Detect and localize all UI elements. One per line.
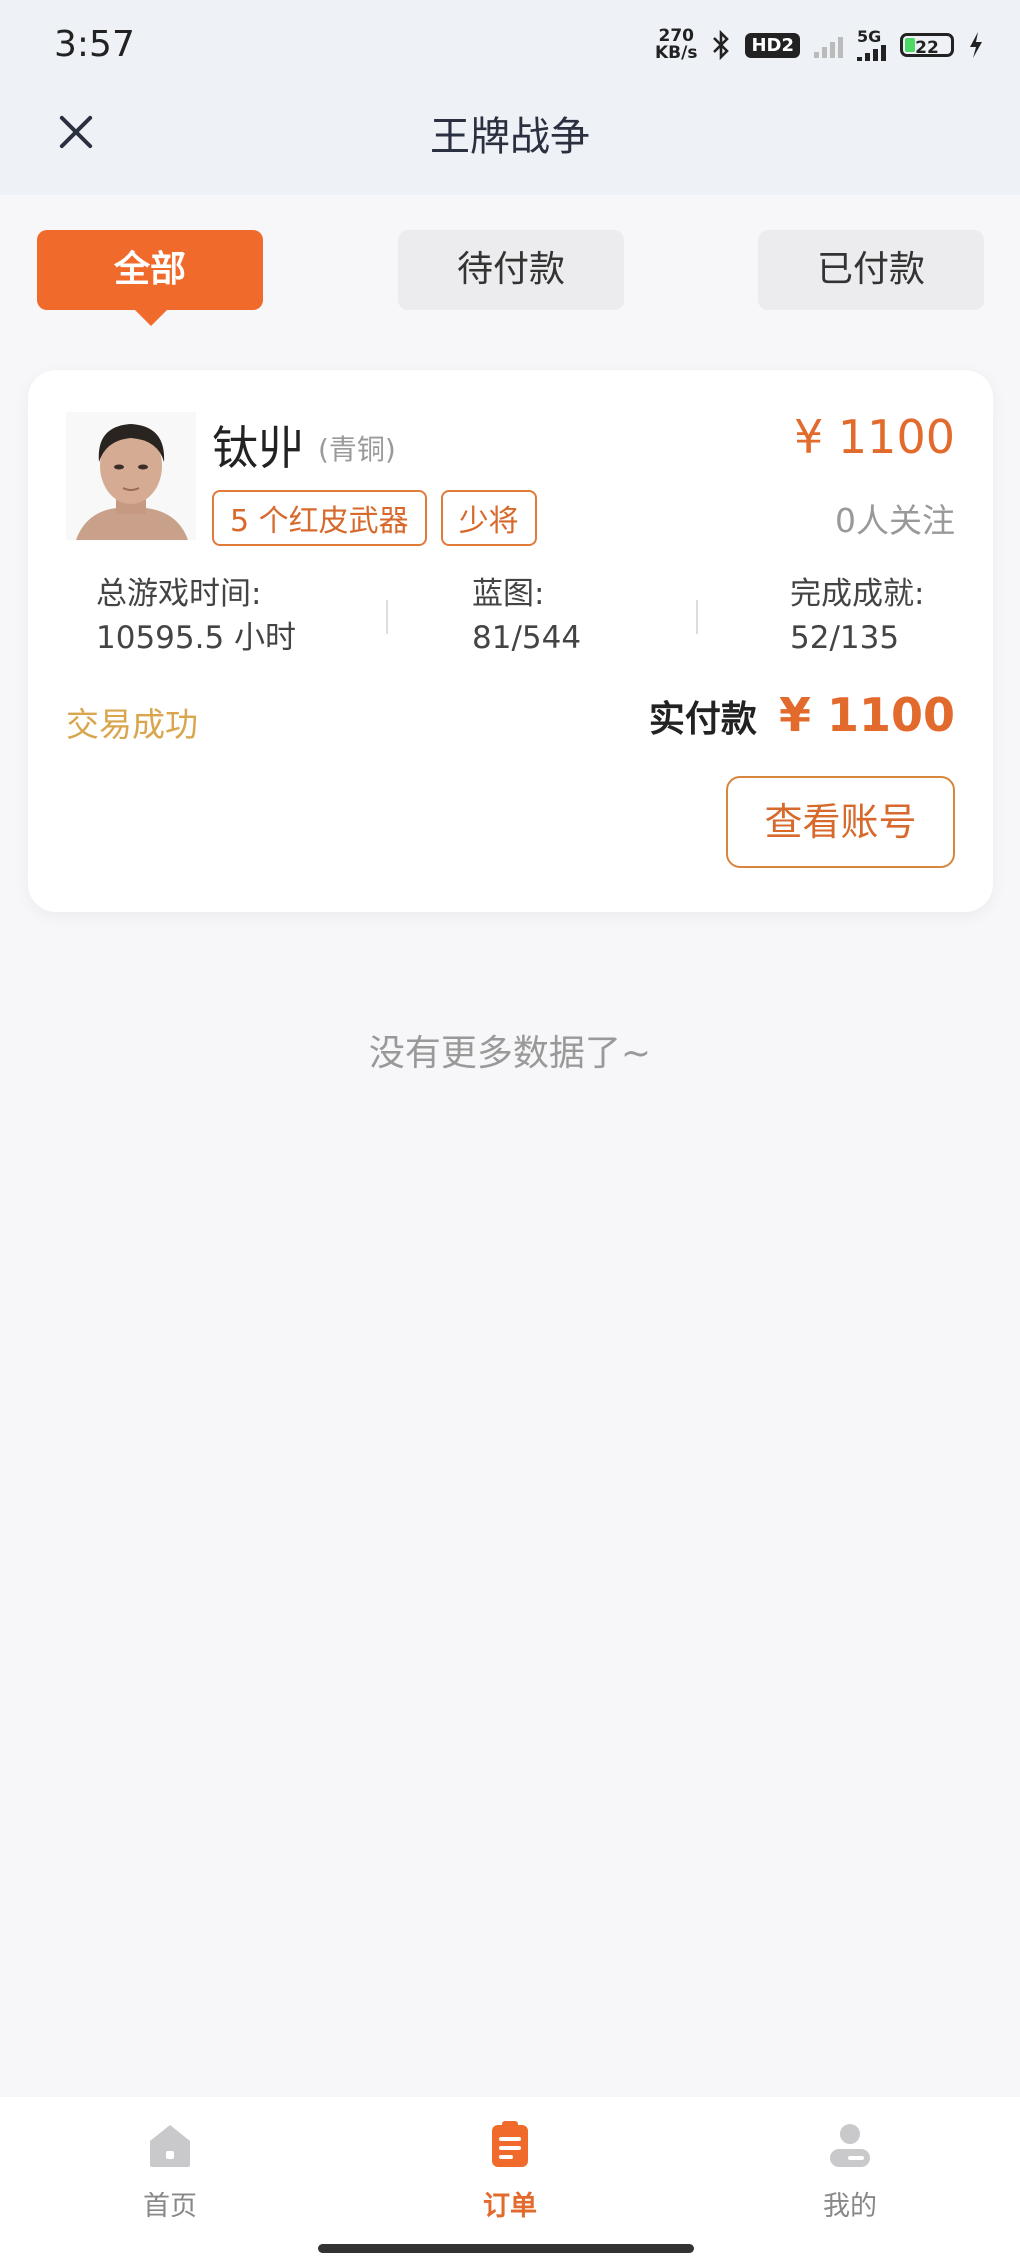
view-account-button[interactable]: 查看账号: [726, 776, 955, 868]
account-rank: (青铜): [318, 433, 396, 466]
order-filter-tabs: 全部 待付款 已付款: [37, 230, 985, 326]
order-card[interactable]: 钛丱 (青铜) ¥ 1100 5 个红皮武器 少将 0人关注 总游戏时间: 10…: [28, 370, 993, 912]
battery-icon: 22: [900, 33, 954, 58]
status-bar: 3:57 270 KB/s HD2 5G 22: [0, 0, 1020, 90]
tab-paid[interactable]: 已付款: [758, 230, 984, 310]
network-type: 5G: [857, 27, 882, 46]
signal-icon-sim2: [857, 45, 886, 61]
net-speed: 270 KB/s: [655, 26, 698, 63]
nav-orders[interactable]: 订单: [450, 2119, 570, 2223]
tab-pending-payment[interactable]: 待付款: [398, 230, 624, 310]
nav-profile[interactable]: 我的: [790, 2119, 910, 2223]
order-status: 交易成功: [66, 705, 198, 744]
stat-play-time: 总游戏时间: 10595.5 小时: [96, 576, 297, 656]
stat-divider: [386, 600, 388, 634]
bluetooth-icon: [713, 30, 730, 60]
tab-all[interactable]: 全部: [37, 230, 263, 326]
paid-summary: 实付款 ¥ 1100: [649, 688, 955, 742]
charging-icon: [970, 32, 982, 58]
paid-label: 实付款: [648, 699, 757, 740]
paid-amount: ¥ 1100: [778, 688, 955, 742]
hd-badge: HD2: [745, 32, 800, 58]
tag-weapons: 5 个红皮武器: [212, 490, 427, 546]
account-tags: 5 个红皮武器 少将: [212, 490, 537, 546]
tag-rank: 少将: [440, 490, 537, 546]
no-more-data-text: 没有更多数据了~: [368, 1033, 652, 1074]
stat-divider: [696, 600, 698, 634]
bottom-nav: 首页 订单 我的: [0, 2097, 1020, 2267]
page-title: 王牌战争: [430, 114, 590, 160]
account-stats: 总游戏时间: 10595.5 小时 蓝图: 81/544 完成成就: 52/13…: [96, 572, 976, 672]
status-time: 3:57: [54, 24, 135, 65]
stat-blueprints: 蓝图: 81/544: [472, 576, 582, 656]
nav-home[interactable]: 首页: [110, 2119, 230, 2223]
stat-achievements: 完成成就: 52/135: [790, 576, 925, 656]
follower-count: 0人关注: [835, 501, 955, 540]
avatar: [66, 412, 196, 540]
account-nickname: 钛丱: [212, 421, 304, 475]
order-icon: [492, 2121, 528, 2167]
signal-icon-sim1: [814, 32, 843, 58]
app-header: 王牌战争: [0, 90, 1020, 195]
home-icon: [150, 2125, 190, 2167]
profile-icon: [830, 2124, 870, 2167]
status-icons: 270 KB/s HD2 5G 22: [655, 28, 984, 62]
home-indicator: [318, 2244, 694, 2253]
listing-price: ¥ 1100: [794, 410, 955, 464]
